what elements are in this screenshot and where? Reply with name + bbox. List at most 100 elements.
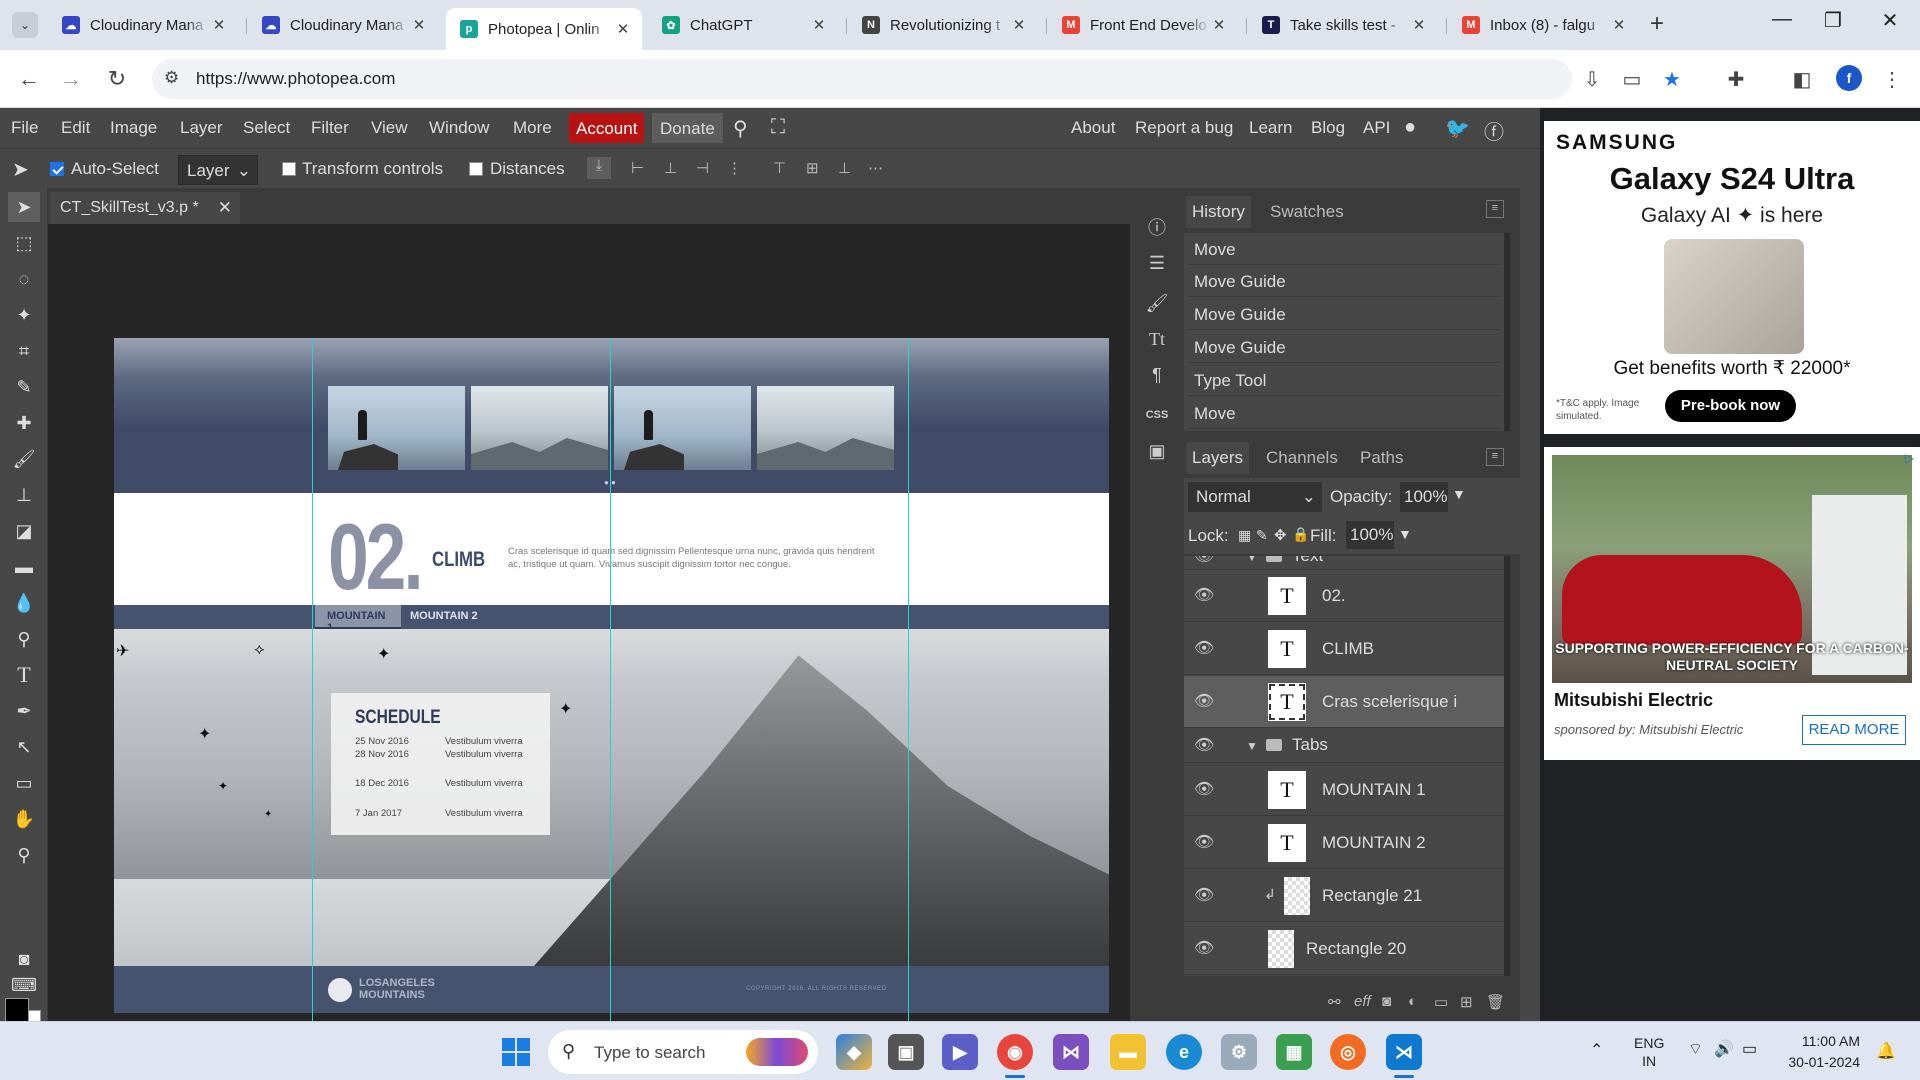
align-middle-icon[interactable]: ⊞ [806, 159, 824, 177]
minimize-icon[interactable]: — [1762, 8, 1802, 31]
fill-dropdown-icon[interactable]: ▼ [1398, 526, 1412, 542]
search-icon[interactable]: ⚲ [733, 116, 748, 141]
character-icon[interactable]: Tt [1139, 324, 1175, 354]
caret-down-icon[interactable]: ▼ [1246, 739, 1258, 753]
paragraph-icon[interactable]: ¶ [1139, 360, 1175, 390]
close-document-icon[interactable]: ✕ [218, 198, 232, 218]
distribute-v-icon[interactable]: ⋯ [868, 159, 886, 177]
browser-tab[interactable]: ☁ Cloudinary Mana ✕ [48, 8, 238, 42]
back-icon[interactable]: ← [14, 66, 44, 92]
ad-choices-icon[interactable]: ▷ [1905, 451, 1914, 465]
align-left-icon[interactable]: ⊢ [631, 159, 649, 177]
layer-row[interactable]: 👁 T MOUNTAIN 1 [1184, 764, 1506, 816]
canvas-workspace[interactable]: ● ● 02. CLIMB Cras scelerisque id quam s… [48, 224, 1130, 1021]
visual-studio-icon[interactable]: ⋈ [1053, 1034, 1089, 1070]
visibility-eye-icon[interactable]: 👁 [1194, 585, 1214, 605]
close-tab-icon[interactable]: ✕ [410, 16, 428, 34]
guide-line[interactable] [610, 338, 611, 1021]
browser-tab-active[interactable]: p Photopea | Onlin ✕ [446, 8, 642, 50]
eraser-tool-icon[interactable]: ◪ [8, 516, 40, 546]
opacity-input[interactable]: 100% [1400, 482, 1448, 512]
panel-menu-icon[interactable]: ≡ [1486, 200, 1504, 218]
visibility-eye-icon[interactable]: 👁 [1194, 638, 1214, 658]
tab-channels[interactable]: Channels [1260, 442, 1344, 474]
marquee-tool-icon[interactable]: ⬚ [8, 228, 40, 258]
gradient-tool-icon[interactable]: ▬ [8, 552, 40, 582]
profile-avatar[interactable]: f [1836, 65, 1862, 91]
lock-all-icon[interactable]: 🔒 [1292, 526, 1309, 543]
magic-wand-tool-icon[interactable]: ✦ [8, 300, 40, 330]
delete-layer-icon[interactable]: 🗑 [1486, 993, 1505, 1011]
browser-tab[interactable]: ☁ Cloudinary Mana ✕ [248, 8, 438, 42]
document-canvas[interactable]: ● ● 02. CLIMB Cras scelerisque id quam s… [114, 338, 1109, 1013]
adjustment-layer-icon[interactable]: ◐ [1408, 993, 1417, 1010]
layer-row[interactable]: 👁 Rectangle 20 [1184, 923, 1506, 975]
lock-position-icon[interactable]: ✥ [1274, 526, 1287, 544]
fill-input[interactable]: 100% [1346, 521, 1394, 549]
eyedropper-tool-icon[interactable]: ✎ [8, 372, 40, 402]
visibility-eye-icon[interactable]: 👁 [1194, 735, 1214, 755]
align-bottom-icon[interactable]: ⊥ [838, 159, 856, 177]
tab-history[interactable]: History [1186, 196, 1251, 228]
link-api[interactable]: API [1363, 118, 1390, 138]
distribute-h-icon[interactable]: ⋮ [727, 159, 745, 177]
layer-row[interactable]: 👁 T MOUNTAIN 2 [1184, 817, 1506, 869]
reload-icon[interactable]: ↻ [102, 66, 132, 92]
foreground-color[interactable] [5, 998, 29, 1022]
history-scrollbar[interactable] [1504, 233, 1510, 431]
link-about[interactable]: About [1071, 118, 1115, 138]
prebook-button[interactable]: Pre-book now [1665, 390, 1796, 422]
info-icon[interactable]: ⓘ [1139, 212, 1175, 242]
browser-tab[interactable]: M Front End Develo ✕ [1048, 8, 1238, 42]
layer-row[interactable]: 👁 T CLIMB [1184, 623, 1506, 675]
history-item[interactable]: Type Tool [1188, 364, 1500, 396]
distances-checkbox[interactable] [469, 162, 483, 176]
move-tool-icon[interactable]: ➤ [8, 192, 40, 222]
menu-window[interactable]: Window [429, 118, 489, 138]
chrome-icon[interactable]: ◉ [997, 1034, 1033, 1078]
stamp-tool-icon[interactable]: ⊥ [8, 480, 40, 510]
page-icon[interactable]: ▭ [1618, 67, 1646, 92]
install-app-icon[interactable]: ⇩ [1578, 67, 1606, 92]
browser-tab[interactable]: T Take skills test - ✕ [1248, 8, 1438, 42]
css-icon[interactable]: CSS [1139, 400, 1175, 430]
adjustments-icon[interactable]: ☰ [1139, 248, 1175, 278]
file-explorer-icon[interactable]: ▬ [1110, 1034, 1146, 1070]
tab-layers[interactable]: Layers [1186, 442, 1250, 474]
link-report-bug[interactable]: Report a bug [1135, 118, 1233, 138]
blur-tool-icon[interactable]: 💧 [8, 588, 40, 618]
tab-paths[interactable]: Paths [1354, 442, 1409, 474]
menu-filter[interactable]: Filter [311, 118, 349, 138]
firefox-icon[interactable]: ◎ [1330, 1034, 1366, 1070]
layer-mask-icon[interactable]: ◙ [1382, 993, 1391, 1010]
extensions-icon[interactable]: ✚ [1722, 67, 1750, 92]
brush-settings-icon[interactable]: 🖌 [1139, 288, 1175, 318]
menu-select[interactable]: Select [243, 118, 290, 138]
more-menu-icon[interactable]: ⋮ [1878, 67, 1906, 92]
pen-tool-icon[interactable]: ✒ [8, 696, 40, 726]
guide-line[interactable] [312, 338, 313, 1021]
new-group-icon[interactable]: ▭ [1434, 993, 1448, 1011]
layer-group-row[interactable]: 👁 ▼ Tabs [1184, 729, 1506, 763]
menu-view[interactable]: View [371, 118, 408, 138]
dodge-tool-icon[interactable]: ⚲ [8, 624, 40, 654]
restore-icon[interactable]: ❐ [1813, 8, 1853, 33]
close-tab-icon[interactable]: ✕ [1210, 16, 1228, 34]
settings-app-icon[interactable]: ⚙ [1221, 1034, 1257, 1070]
site-info-icon[interactable]: ⚙ [164, 68, 179, 88]
link-learn[interactable]: Learn [1249, 118, 1292, 138]
show-hidden-icons[interactable]: ⌃ [1590, 1040, 1603, 1060]
close-tab-icon[interactable]: ✕ [810, 16, 828, 34]
notification-bell-icon[interactable]: 🔔 [1876, 1041, 1896, 1061]
menu-file[interactable]: File [11, 118, 38, 138]
donate-button[interactable]: Donate [652, 113, 723, 143]
link-blog[interactable]: Blog [1311, 118, 1345, 138]
menu-layer[interactable]: Layer [180, 118, 223, 138]
taskbar-search[interactable]: ⚲ Type to search [548, 1030, 818, 1074]
fullscreen-icon[interactable]: ⛶ [771, 116, 785, 139]
layer-row[interactable]: 👁 T 02. [1184, 570, 1506, 622]
language-indicator[interactable]: ENG IN [1634, 1034, 1664, 1070]
task-view-icon[interactable]: ▣ [888, 1034, 924, 1070]
vscode-icon[interactable]: ⋊ [1386, 1034, 1422, 1078]
document-tab[interactable]: CT_SkillTest_v3.p * ✕ [50, 192, 240, 224]
